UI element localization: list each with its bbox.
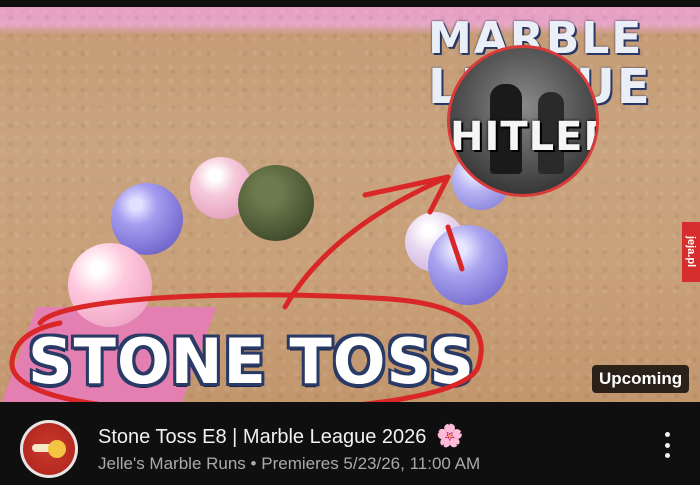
- separator-dot: •: [250, 454, 257, 473]
- blossom-emoji: 🌸: [435, 423, 464, 448]
- channel-name[interactable]: Jelle's Marble Runs: [98, 454, 246, 473]
- video-title[interactable]: Stone Toss E8 | Marble League 2026 🌸: [98, 423, 463, 449]
- video-subline: Jelle's Marble Runs • Premieres 5/23/26,…: [98, 454, 480, 474]
- video-meta: Stone Toss E8 | Marble League 2026 🌸 Jel…: [0, 402, 700, 485]
- avatar-marble: [48, 440, 66, 458]
- watermark-tag: jeja.pl: [682, 222, 700, 282]
- upcoming-badge: Upcoming: [592, 365, 690, 393]
- video-thumbnail[interactable]: MARBLE LEAGUE HITLER STONE TOSS Upcoming…: [0, 7, 700, 402]
- thumbnail-title: STONE TOSS: [28, 325, 475, 398]
- inset-text: HITLER: [450, 114, 599, 160]
- marble: [238, 165, 314, 241]
- marble: [68, 243, 152, 327]
- marble: [428, 225, 508, 305]
- more-vertical-icon[interactable]: [662, 432, 672, 458]
- inset-photo-circle: HITLER: [447, 45, 599, 197]
- menu-dot: [664, 442, 670, 448]
- top-bar: [0, 0, 700, 7]
- channel-avatar[interactable]: [20, 420, 78, 478]
- premiere-schedule: Premieres 5/23/26, 11:00 AM: [261, 454, 481, 473]
- video-title-text: Stone Toss E8 | Marble League 2026: [98, 426, 427, 448]
- menu-dot: [664, 453, 670, 458]
- menu-dot: [664, 432, 670, 437]
